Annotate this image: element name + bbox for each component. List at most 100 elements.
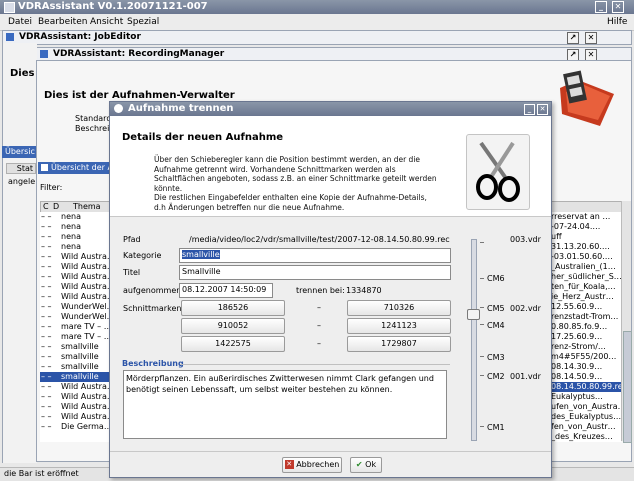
menu-ansicht[interactable]: Ansicht [90,17,123,27]
mark-button[interactable]: 1729807 [347,336,451,352]
menu-spezial[interactable]: Spezial [127,17,159,27]
table-row-right[interactable]: ufen_von_Austra… [551,402,621,412]
scrollbar[interactable] [621,201,632,443]
pfad-value: /media/video/loc2/vdr/smallville/test/20… [189,235,450,244]
column-thema[interactable]: Thema [73,202,101,211]
scrollbar-thumb[interactable] [623,331,632,443]
slider-label-cm2: CM2 [487,372,505,381]
table-row-right[interactable]: 08.14.50.80.99.rec [551,382,621,392]
menu-bearbeiten[interactable]: Bearbeiten [38,17,87,27]
table-row-right[interactable]: 08.14.50.9… [551,372,621,382]
recording-list-right: rreservat an … -07-24.04.… uff 31.13.20.60.… [551,212,621,442]
menu-datei[interactable]: Datei [8,17,32,27]
table-row-right[interactable]: 31.13.20.60.… [551,242,621,252]
close-icon[interactable]: ✕ [585,32,597,44]
table-row[interactable]: – – nena [40,212,112,222]
recording-manager-title: VDRAssistant: RecordingManager [53,49,225,59]
table-row[interactable]: – – mare TV – … [40,322,112,332]
maximize-icon[interactable]: ↗ [567,32,579,44]
table-row[interactable]: – – Wild Austra… [40,292,112,302]
dialog-header-title: Details der neuen Aufnahme [122,132,284,143]
status-text: die Bar ist eröffnet [4,469,79,478]
table-row-right[interactable]: m4#5F55/200… [551,352,621,362]
table-row[interactable]: – – Wild Austra… [40,282,112,292]
job-editor-heading: Dies [10,68,35,79]
table-row[interactable]: – – WunderWel… [40,302,112,312]
mark-button[interactable]: 186526 [181,300,285,316]
table-row[interactable]: – – smallville [40,362,112,372]
menu-hilfe[interactable]: Hilfe [607,17,627,27]
table-row-right[interactable]: 08.14.30.9… [551,362,621,372]
minimize-icon[interactable]: _ [524,104,535,115]
table-row-right[interactable]: ten_für_Koala,… [551,282,621,292]
table-row[interactable]: – – smallville [40,342,112,352]
table-row[interactable]: – – nena [40,232,112,242]
table-row-right[interactable]: renz-Strom/… [551,342,621,352]
mark-button[interactable]: 710326 [347,300,451,316]
close-icon[interactable]: ✕ [537,104,548,115]
table-row-right[interactable]: 17.25.60.9… [551,332,621,342]
row-thema: nena [61,232,81,241]
row-flags: – – [41,242,52,251]
table-row-right[interactable]: -03.01.50.60.… [551,252,621,262]
ok-icon: ✔ [355,460,363,469]
table-row[interactable]: – – WunderWel… [40,312,112,322]
table-row[interactable]: – – Wild Austra… [40,392,112,402]
table-row[interactable]: – – Wild Austra… [40,262,112,272]
table-row-right[interactable]: des_Eukalyptus… [551,412,621,422]
table-row-right[interactable]: renzstadt-Trom… [551,312,621,322]
row-thema: Wild Austra… [61,382,112,391]
table-row-right[interactable]: her_südlicher_S… [551,272,621,282]
row-flags: – – [41,412,52,421]
table-row-right[interactable]: _des_Kreuzes… [551,432,621,442]
column-d[interactable]: D [53,202,59,211]
table-row[interactable]: – – smallville [40,372,112,382]
table-row-right[interactable]: Eukalyptus… [551,392,621,402]
column-c[interactable]: C [43,202,49,211]
overview-icon [41,164,48,171]
mark-button[interactable]: 910052 [181,318,285,334]
titel-field[interactable]: Smallville [179,265,451,280]
row-thema: Wild Austra… [61,412,112,421]
table-row[interactable]: – – Die Germa… [40,422,112,432]
beschreibung-textarea[interactable]: Mörderpflanzen. Ein außerirdisches Zwitt… [123,370,447,439]
table-row[interactable]: – – Wild Austra… [40,252,112,262]
tab-uebersicht[interactable]: Übersic [2,146,36,158]
trennen-value: 1334870 [346,286,382,295]
position-slider-track[interactable] [471,239,477,441]
table-row-right[interactable]: ie_Herz_Austr… [551,292,621,302]
cancel-label: Abbrechen [296,460,340,469]
table-row-right[interactable]: uff [551,232,621,242]
table-row-right[interactable]: 12.55.60.9… [551,302,621,312]
ok-button[interactable]: ✔ Ok [350,457,382,473]
table-row-right[interactable]: _Australien_(1… [551,262,621,272]
titel-label: Titel [123,268,141,277]
mark-button[interactable]: 1241123 [347,318,451,334]
slider-tick [480,307,484,308]
row-flags: – – [41,212,52,221]
table-row[interactable]: – – smallville [40,352,112,362]
table-row-right[interactable]: fen_von_Austr… [551,422,621,432]
minimize-icon[interactable]: _ [595,1,607,13]
dialog-title: Aufnahme trennen [128,103,234,114]
row-thema: Wild Austra… [61,292,112,301]
job-editor-body [2,43,37,463]
table-row[interactable]: – – Wild Austra… [40,272,112,282]
table-row-right[interactable]: rreservat an … [551,212,621,222]
close-icon[interactable]: ✕ [612,1,624,13]
table-row[interactable]: – – mare TV – … [40,332,112,342]
kategorie-field[interactable]: smallville [179,248,451,263]
table-row[interactable]: – – Wild Austra… [40,382,112,392]
table-row-right[interactable]: 0.80.85.fo.9… [551,322,621,332]
mark-button[interactable]: 1422575 [181,336,285,352]
aufgenommen-field[interactable]: 08.12.2007 14:50:09 [179,283,273,298]
cancel-button[interactable]: ✕ Abbrechen [282,457,342,473]
table-row[interactable]: – – Wild Austra… [40,402,112,412]
app-icon [4,2,15,13]
table-row[interactable]: – – nena [40,242,112,252]
position-slider-thumb[interactable] [467,309,480,320]
table-row[interactable]: – – nena [40,222,112,232]
table-row[interactable]: – – Wild Austra… [40,412,112,422]
table-row-right[interactable]: -07-24.04.… [551,222,621,232]
kategorie-label: Kategorie [123,251,162,260]
